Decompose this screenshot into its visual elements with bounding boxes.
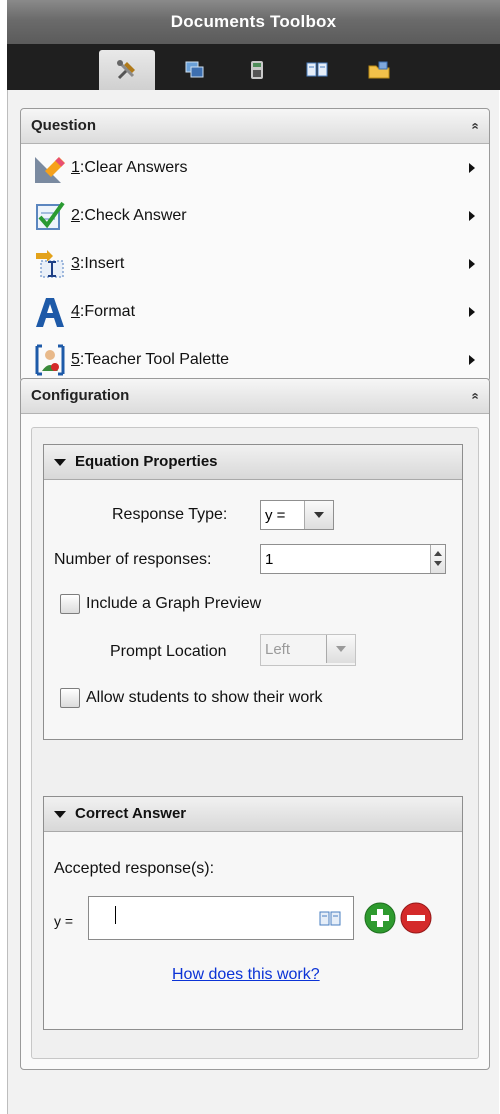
text-caret bbox=[115, 906, 116, 924]
tools-icon bbox=[117, 60, 135, 80]
collapse-configuration-icon[interactable]: « bbox=[458, 392, 492, 399]
toolbox-panel: Question « 1:Clear Answers 2:Check Answe… bbox=[7, 90, 499, 1114]
answer-prefix: y = bbox=[54, 913, 74, 929]
submenu-arrow-icon bbox=[469, 211, 475, 221]
expand-triangle-icon bbox=[54, 810, 66, 818]
equation-properties-header[interactable]: Equation Properties bbox=[44, 445, 462, 480]
num-responses-label: Number of responses: bbox=[54, 551, 212, 568]
teacher-tool-icon bbox=[35, 344, 65, 376]
eraser-icon bbox=[35, 157, 65, 183]
menu-label: :Check Answer bbox=[79, 207, 187, 224]
configuration-header[interactable]: Configuration « bbox=[21, 379, 489, 414]
check-answer-icon bbox=[36, 201, 65, 230]
question-header[interactable]: Question « bbox=[21, 109, 489, 144]
submenu-arrow-icon bbox=[469, 163, 475, 173]
tab-library[interactable] bbox=[289, 50, 345, 90]
remove-response-icon[interactable] bbox=[400, 902, 432, 934]
menu-label: :Teacher Tool Palette bbox=[79, 351, 230, 368]
menu-item-clear-answers[interactable]: 1:Clear Answers bbox=[21, 144, 489, 192]
response-type-label: Response Type: bbox=[112, 506, 228, 523]
configuration-section: Configuration « Equation Properties Resp… bbox=[20, 378, 490, 1070]
tab-page-sorter[interactable] bbox=[167, 50, 223, 90]
graph-preview-checkbox[interactable] bbox=[60, 594, 80, 614]
format-icon bbox=[36, 298, 64, 327]
num-responses-stepper[interactable]: 1 bbox=[260, 544, 446, 574]
correct-answer-header[interactable]: Correct Answer bbox=[44, 797, 462, 832]
menu-label: :Insert bbox=[79, 255, 125, 272]
equation-properties-box: Equation Properties Response Type: y = N… bbox=[43, 444, 463, 740]
menu-item-format[interactable]: 4:Format bbox=[21, 288, 489, 336]
menu-num: 3 bbox=[71, 255, 80, 272]
help-link[interactable]: How does this work? bbox=[172, 966, 320, 984]
submenu-arrow-icon bbox=[469, 355, 475, 365]
menu-item-insert[interactable]: 3:Insert bbox=[21, 240, 489, 288]
catalog-book-icon[interactable] bbox=[319, 910, 341, 928]
folder-icon bbox=[368, 61, 390, 79]
menu-num: 1 bbox=[71, 159, 80, 176]
page-sorter-icon bbox=[185, 61, 204, 78]
dropdown-arrow-icon bbox=[304, 501, 333, 529]
equation-properties-title: Equation Properties bbox=[75, 453, 218, 470]
menu-item-teacher-tool-palette[interactable]: 5:Teacher Tool Palette bbox=[21, 336, 489, 384]
menu-num: 5 bbox=[71, 351, 80, 368]
dropdown-arrow-icon bbox=[326, 635, 355, 663]
calculator-icon bbox=[251, 61, 263, 79]
question-title: Question bbox=[31, 117, 97, 134]
show-work-checkbox[interactable] bbox=[60, 688, 80, 708]
response-type-value: y = bbox=[265, 507, 286, 524]
num-responses-value: 1 bbox=[265, 551, 274, 568]
collapse-question-icon[interactable]: « bbox=[458, 122, 492, 129]
menu-label: :Format bbox=[79, 303, 136, 320]
prompt-location-label: Prompt Location bbox=[110, 643, 227, 660]
insert-icon bbox=[36, 250, 64, 278]
toolbox-tabbar bbox=[7, 44, 500, 90]
spinner-icon[interactable] bbox=[430, 545, 445, 573]
answer-input[interactable] bbox=[88, 896, 354, 940]
submenu-arrow-icon bbox=[469, 307, 475, 317]
menu-item-check-answer[interactable]: 2:Check Answer bbox=[21, 192, 489, 240]
question-section: Question « 1:Clear Answers 2:Check Answe… bbox=[20, 108, 490, 382]
response-type-select[interactable]: y = bbox=[260, 500, 334, 530]
correct-answer-box: Correct Answer Accepted response(s): y = bbox=[43, 796, 463, 1030]
show-work-label: Allow students to show their work bbox=[86, 689, 323, 706]
prompt-location-value: Left bbox=[265, 641, 291, 658]
menu-num: 2 bbox=[71, 207, 80, 224]
configuration-title: Configuration bbox=[31, 387, 130, 404]
tab-calculator[interactable] bbox=[229, 50, 285, 90]
menu-num: 4 bbox=[71, 303, 80, 320]
window-title: Documents Toolbox bbox=[7, 0, 500, 44]
book-icon bbox=[306, 62, 328, 77]
tab-content[interactable] bbox=[351, 50, 407, 90]
graph-preview-label: Include a Graph Preview bbox=[86, 595, 262, 612]
submenu-arrow-icon bbox=[469, 259, 475, 269]
add-response-icon[interactable] bbox=[364, 902, 396, 934]
accepted-responses-label: Accepted response(s): bbox=[54, 860, 215, 877]
menu-label: :Clear Answers bbox=[79, 159, 188, 176]
prompt-location-select[interactable]: Left bbox=[260, 634, 356, 666]
expand-triangle-icon bbox=[54, 458, 66, 466]
correct-answer-title: Correct Answer bbox=[75, 805, 187, 822]
tab-tools[interactable] bbox=[99, 50, 155, 90]
